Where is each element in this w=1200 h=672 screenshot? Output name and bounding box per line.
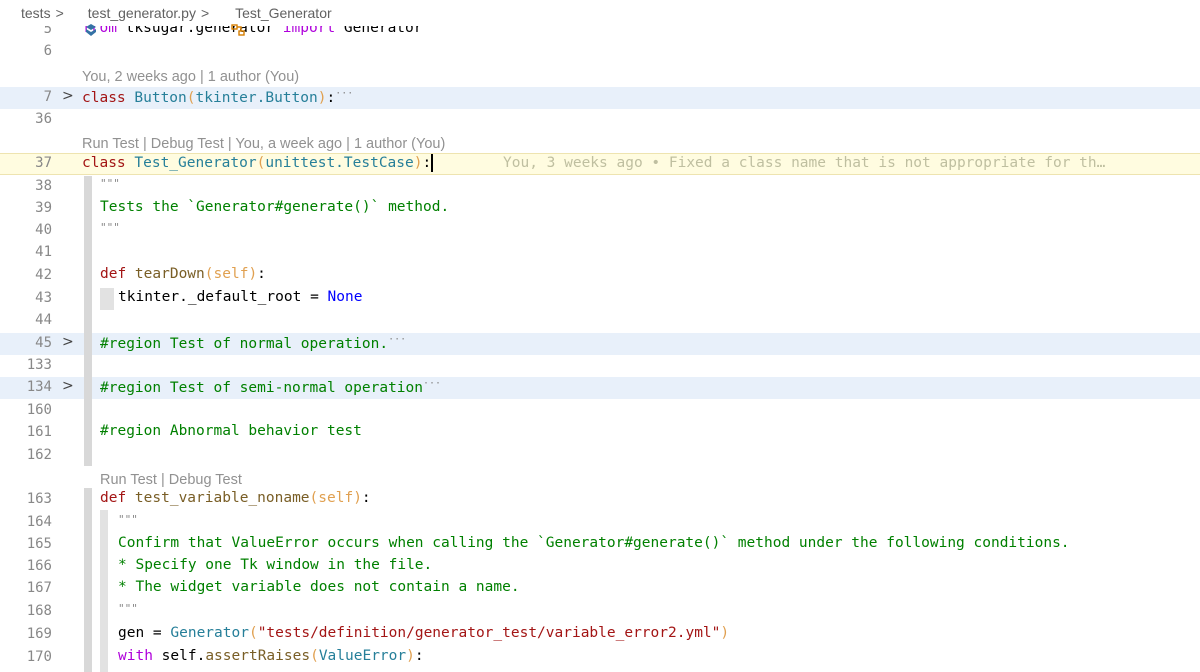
line-number: 36: [35, 111, 52, 127]
codelens-blame[interactable]: You, 2 weeks ago | 1 author (You): [82, 69, 299, 85]
folded-ellipsis-icon[interactable]: ···: [388, 334, 406, 345]
code-line: #region Test of semi-normal operation···: [100, 378, 442, 396]
line-number: 165: [26, 536, 52, 552]
line-number: 162: [26, 447, 52, 463]
line-number: 37: [35, 155, 52, 171]
indent-guide: [100, 288, 114, 310]
code-line: class Button(tkinter.Button):···: [82, 88, 354, 106]
code-line: """: [118, 513, 138, 526]
line-number: 41: [35, 244, 52, 260]
code-line: #region Abnormal behavior test: [100, 423, 362, 439]
line-number: 167: [26, 580, 52, 596]
breadcrumb-file[interactable]: test_generator.py: [88, 5, 196, 21]
indent-guide: [100, 510, 108, 672]
line-number: 169: [26, 626, 52, 642]
breadcrumb: tests > test_generator.py > Test_Generat…: [0, 0, 1200, 36]
text-cursor: [431, 154, 434, 172]
code-line: gen = Generator("tests/definition/genera…: [118, 625, 730, 641]
code-line: """: [118, 602, 138, 615]
line-number: 42: [35, 267, 52, 283]
code-line: """: [100, 221, 120, 234]
fold-expand-icon[interactable]: >: [62, 88, 74, 104]
codelens-run-test[interactable]: Run Test | Debug Test | You, a week ago …: [82, 136, 445, 152]
code-line: #region Test of normal operation.···: [100, 334, 407, 352]
line-number: 134: [26, 379, 52, 395]
code-line: def test_variable_noname(self):: [100, 490, 371, 506]
line-number: 45: [35, 335, 52, 351]
line-number: 163: [26, 491, 52, 507]
line-number: 38: [35, 178, 52, 194]
fold-expand-icon[interactable]: >: [62, 378, 74, 394]
line-number: 161: [26, 424, 52, 440]
inline-blame: You, 3 weeks ago • Fixed a class name th…: [503, 155, 1106, 171]
code-line: * The widget variable does not contain a…: [118, 579, 520, 595]
breadcrumb-symbol[interactable]: Test_Generator: [235, 5, 332, 21]
code-line: tkinter._default_root = None: [118, 289, 363, 305]
code-line: def tearDown(self):: [100, 266, 266, 282]
code-line: class Test_Generator(unittest.TestCase):: [82, 154, 434, 172]
folded-ellipsis-icon[interactable]: ···: [335, 88, 353, 99]
breadcrumb-separator: >: [55, 5, 64, 21]
line-number: 44: [35, 312, 52, 328]
line-number: 170: [26, 649, 52, 665]
fold-expand-icon[interactable]: >: [62, 334, 74, 350]
python-file-icon: [70, 7, 97, 36]
line-number: 7: [43, 89, 52, 105]
line-number: 160: [26, 402, 52, 418]
indent-guide: [84, 488, 92, 672]
line-number: 133: [26, 357, 52, 373]
line-number: 43: [35, 290, 52, 306]
breadcrumb-folder[interactable]: tests: [21, 5, 51, 21]
code-line: * Specify one Tk window in the file.: [118, 557, 433, 573]
code-line: Tests the `Generator#generate()` method.: [100, 199, 450, 215]
breadcrumb-separator: >: [200, 5, 210, 21]
line-number: 40: [35, 222, 52, 238]
line-number: 166: [26, 558, 52, 574]
code-line: with self.assertRaises(ValueError):: [118, 648, 424, 664]
code-line: """: [100, 177, 120, 190]
indent-guide: [84, 176, 92, 466]
code-line: Confirm that ValueError occurs when call…: [118, 535, 1070, 551]
codelens-run-test[interactable]: Run Test | Debug Test: [100, 472, 242, 488]
line-number: 168: [26, 603, 52, 619]
folded-ellipsis-icon[interactable]: ···: [423, 378, 441, 389]
class-symbol-icon: [215, 7, 245, 36]
line-number: 164: [26, 514, 52, 530]
line-number: 39: [35, 200, 52, 216]
line-number: 6: [43, 43, 52, 59]
